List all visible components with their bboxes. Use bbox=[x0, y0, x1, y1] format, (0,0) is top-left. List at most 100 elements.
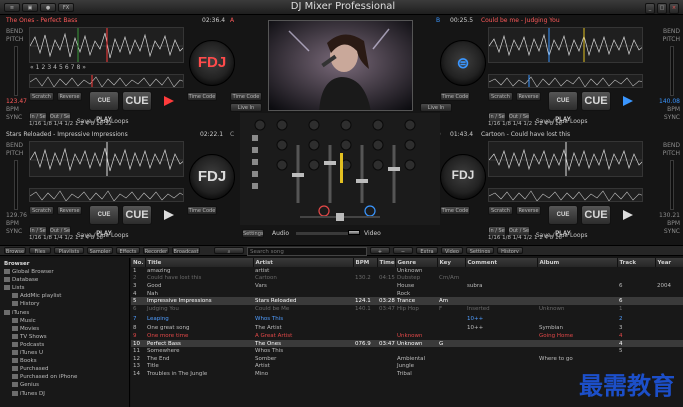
deck-c-sync-button[interactable]: SYNC bbox=[6, 228, 28, 236]
tree-item[interactable]: Database bbox=[4, 276, 125, 284]
toolbar-files[interactable]: Files bbox=[29, 247, 51, 254]
table-row[interactable]: 5 Impressive Impressions Stars Reloaded 124… bbox=[131, 297, 683, 305]
deck-c-loop-sizes[interactable]: 1/16 1/8 1/4 1/2 1 2 4 8 16 bbox=[29, 235, 229, 241]
tree-item[interactable]: Purchased on iPhone bbox=[4, 373, 125, 381]
deck-a-live-in[interactable]: Live In bbox=[230, 103, 262, 112]
col-artist[interactable]: Artist bbox=[253, 258, 354, 267]
remove-icon[interactable]: − bbox=[393, 247, 413, 254]
save-icon[interactable]: ▣ bbox=[22, 3, 38, 12]
sync-button[interactable]: SYNC bbox=[6, 114, 28, 122]
tree-item[interactable]: Music bbox=[4, 317, 125, 325]
search-input[interactable] bbox=[247, 247, 367, 256]
deck-a-jog-wheel[interactable]: FDJ bbox=[189, 40, 235, 86]
deck-d-waveform[interactable] bbox=[488, 141, 643, 177]
tree-item[interactable]: AddMic playlist bbox=[4, 292, 125, 300]
tree-item[interactable]: Lists bbox=[4, 284, 125, 292]
table-row[interactable]: 9 One more time A Great Artist Unknown Going… bbox=[131, 332, 683, 340]
table-row[interactable]: 11 Somewhere Whos This 5 bbox=[131, 347, 683, 355]
toolbar-browse[interactable]: Browse bbox=[4, 247, 26, 254]
table-row[interactable]: 4 Nah Rock bbox=[131, 290, 683, 298]
toolbar-recorder[interactable]: Recorder bbox=[143, 247, 169, 254]
deck-d-sync-button[interactable]: SYNC bbox=[648, 228, 680, 236]
table-row[interactable]: 12 The End Somber Ambiental Where to go bbox=[131, 355, 683, 363]
tree-item[interactable]: Movies bbox=[4, 325, 125, 333]
scratch-button[interactable]: Scratch bbox=[29, 92, 54, 101]
col-no[interactable]: No. bbox=[131, 258, 146, 267]
tree-item[interactable]: Purchased bbox=[4, 365, 125, 373]
deck-b-waveform[interactable] bbox=[488, 27, 643, 63]
table-row[interactable]: 3 Good Vars House subra 6 2004 bbox=[131, 282, 683, 290]
deck-c-jog-wheel[interactable]: FDJ bbox=[189, 154, 235, 200]
tree-item[interactable]: History bbox=[4, 300, 125, 308]
deck-c-cue[interactable]: CUE bbox=[122, 205, 152, 225]
cue-button[interactable]: CUE bbox=[122, 91, 152, 111]
col-bpm[interactable]: BPM bbox=[353, 258, 378, 267]
search-icon[interactable]: ⌕ bbox=[214, 247, 244, 254]
add-icon[interactable]: + bbox=[370, 247, 390, 254]
col-comment[interactable]: Comment bbox=[465, 258, 538, 267]
table-row[interactable]: 7 Leaping Whos This 10++ 2 bbox=[131, 313, 683, 325]
deck-a-waveform[interactable] bbox=[29, 27, 184, 63]
deck-c-overview[interactable] bbox=[29, 188, 184, 202]
tree-item[interactable]: Genius bbox=[4, 381, 125, 389]
tree-item[interactable]: Books bbox=[4, 357, 125, 365]
deck-b-reverse[interactable]: Reverse bbox=[516, 92, 541, 101]
deck-b-live-in[interactable]: Live In bbox=[420, 103, 452, 112]
deck-a-loop-sizes[interactable]: 1/16 1/8 1/4 1/2 1 2 4 8 16 32 bbox=[29, 121, 229, 127]
record-icon[interactable]: ● bbox=[40, 3, 56, 12]
toolbar-broadcast[interactable]: Broadcast bbox=[172, 247, 200, 254]
table-row[interactable]: 2 Could have lost this Cartoon 130.2 04:15 Du… bbox=[131, 275, 683, 283]
tree-item[interactable]: iTunes DJ bbox=[4, 390, 125, 398]
close-icon[interactable]: × bbox=[669, 3, 679, 14]
tree-item[interactable]: iTunes bbox=[4, 309, 125, 317]
toolbar-settings[interactable]: Settings bbox=[466, 247, 494, 254]
fx-icon[interactable]: FX bbox=[58, 3, 74, 12]
deck-d-jog-wheel[interactable]: FDJ bbox=[440, 154, 486, 200]
pitch-fader[interactable] bbox=[14, 46, 18, 96]
deck-d-pitch-fader[interactable] bbox=[670, 160, 674, 210]
deck-b-overview[interactable] bbox=[488, 74, 643, 88]
col-time[interactable]: Time bbox=[377, 258, 396, 267]
crossfader[interactable] bbox=[296, 232, 352, 235]
deck-a-overview[interactable] bbox=[29, 74, 184, 88]
deck-d-play-icon[interactable] bbox=[622, 209, 634, 221]
tree-item[interactable]: iTunes U bbox=[4, 349, 125, 357]
col-title[interactable]: Title bbox=[145, 258, 254, 267]
toolbar-effects[interactable]: Effects bbox=[116, 247, 140, 254]
deck-b-jog-wheel[interactable]: ⊜ bbox=[440, 40, 486, 86]
minimize-icon[interactable]: _ bbox=[645, 3, 655, 14]
deck-c-play-icon[interactable] bbox=[163, 209, 175, 221]
deck-b-cue[interactable]: CUE bbox=[581, 91, 611, 111]
deck-b-pitch-fader[interactable] bbox=[670, 46, 674, 96]
deck-c-cue-play[interactable]: CUE PLAY bbox=[89, 205, 119, 237]
toolbar-history[interactable]: History bbox=[497, 247, 523, 254]
deck-b-scratch[interactable]: Scratch bbox=[488, 92, 513, 101]
col-genre[interactable]: Genre bbox=[395, 258, 438, 267]
tree-item[interactable]: Global Browser bbox=[4, 268, 125, 276]
toolbar-extra[interactable]: Extra bbox=[416, 247, 438, 254]
deck-c-waveform[interactable] bbox=[29, 141, 184, 177]
deck-d-overview[interactable] bbox=[488, 188, 643, 202]
col-key[interactable]: Key bbox=[437, 258, 466, 267]
col-album[interactable]: Album bbox=[537, 258, 618, 267]
play-icon[interactable] bbox=[163, 95, 175, 107]
toolbar-video[interactable]: Video bbox=[441, 247, 463, 254]
deck-a-time-code[interactable]: Time Code bbox=[230, 92, 262, 101]
maximize-icon[interactable]: □ bbox=[657, 3, 667, 14]
deck-b-time-code[interactable]: Time Code bbox=[440, 92, 470, 101]
table-row[interactable]: 10 Perfect Bass The Ones 076.9 03:47 Unknown G… bbox=[131, 339, 683, 348]
deck-b-loop-sizes[interactable]: 1/16 1/8 1/4 1/2 1 2 4 8 16 bbox=[488, 121, 643, 127]
deck-a-loop-strip[interactable]: «1 2 3 4 5 6 7 8» bbox=[29, 64, 184, 73]
table-row[interactable]: 8 One great song The Artist 10++ Symbian 3 bbox=[131, 325, 683, 333]
deck-b-play-icon[interactable] bbox=[622, 95, 634, 107]
table-row[interactable]: 1 amazing artist Unknown bbox=[131, 267, 683, 275]
col-year[interactable]: Year bbox=[655, 258, 683, 267]
toolbar-sampler[interactable]: Sampler bbox=[87, 247, 113, 254]
menu-button[interactable]: ≡ bbox=[4, 3, 20, 12]
cue-play-button[interactable]: CUE PLAY bbox=[89, 91, 119, 123]
deck-b-cue-play[interactable]: CUE PLAY bbox=[548, 91, 578, 123]
deck-d-loop-sizes[interactable]: 1/16 1/8 1/4 1/2 1 2 4 8 16 bbox=[488, 235, 643, 241]
reverse-button[interactable]: Reverse bbox=[57, 92, 82, 101]
deck-b-sync-button[interactable]: SYNC bbox=[648, 114, 680, 122]
col-track[interactable]: Track bbox=[617, 258, 656, 267]
